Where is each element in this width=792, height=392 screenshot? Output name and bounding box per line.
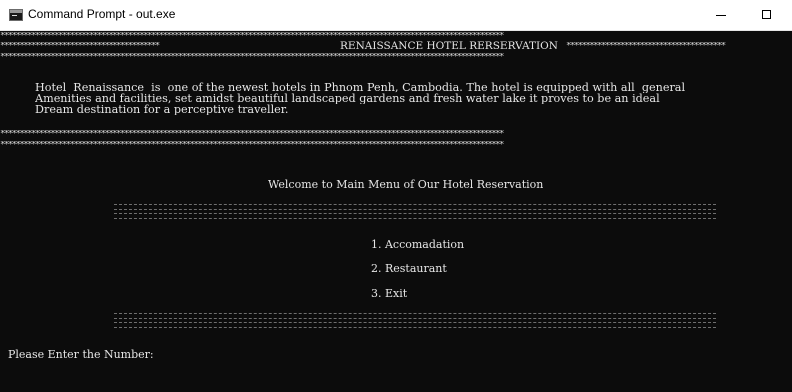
star-border-header-right: ****************************************… <box>566 42 726 51</box>
star-border-header-left: ****************************************… <box>0 42 160 51</box>
minimize-button[interactable] <box>698 0 744 30</box>
menu-item-restaurant: 2. Restaurant <box>371 263 447 274</box>
description-line-2: Amenities and facilities, set amidst bea… <box>35 93 660 104</box>
star-border-bottom: ****************************************… <box>0 53 504 62</box>
description-line-1: Hotel Renaissance is one of the newest h… <box>35 82 686 93</box>
command-prompt-window: Command Prompt - out.exe ***************… <box>0 0 792 392</box>
star-divider-top: ****************************************… <box>0 130 504 139</box>
window-title: Command Prompt - out.exe <box>28 7 176 21</box>
star-divider-bottom: ****************************************… <box>0 141 504 150</box>
welcome-message: Welcome to Main Menu of Our Hotel Reserv… <box>268 179 544 190</box>
input-prompt: Please Enter the Number: <box>8 349 154 360</box>
description-line-3: Dream destination for a perceptive trave… <box>35 104 289 115</box>
header-title: RENAISSANCE HOTEL RERSERVATION <box>340 41 558 52</box>
menu-item-accomadation: 1. Accomadation <box>371 239 465 250</box>
star-border-top: ****************************************… <box>0 32 504 41</box>
separator-line-bottom-2 <box>114 322 716 328</box>
title-bar[interactable]: Command Prompt - out.exe <box>0 0 792 31</box>
maximize-icon <box>762 10 771 19</box>
separator-line-top-2 <box>114 213 716 219</box>
minimize-icon <box>716 15 726 16</box>
command-prompt-icon[interactable] <box>9 9 23 21</box>
separator-line-bottom-1 <box>114 313 716 319</box>
menu-item-exit: 3. Exit <box>371 288 408 299</box>
console-output[interactable]: ****************************************… <box>0 31 792 392</box>
maximize-button[interactable] <box>744 0 790 30</box>
separator-line-top-1 <box>114 204 716 210</box>
